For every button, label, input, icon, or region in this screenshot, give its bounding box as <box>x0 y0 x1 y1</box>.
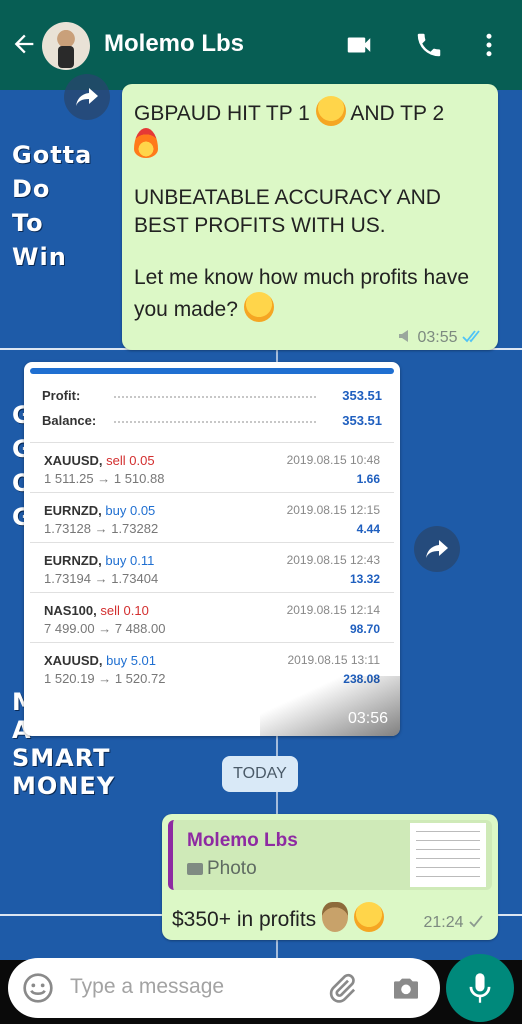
message-line: Let me know how much profits have you ma… <box>134 264 486 324</box>
message-text: GBPAUD HIT TP 1 <box>134 102 310 125</box>
message-time: 21:24 <box>423 914 464 931</box>
money-mouth-face-icon <box>353 902 384 932</box>
balance-label: Balance: <box>42 413 97 428</box>
forward-icon <box>76 88 98 106</box>
mic-button[interactable] <box>446 954 514 1022</box>
broadcast-icon <box>399 330 409 342</box>
camera-small-icon <box>187 863 203 875</box>
profit-value: 353.51 <box>342 388 382 403</box>
message-bubble-outgoing[interactable]: Molemo Lbs Photo $350+ in profits 21:24 <box>162 814 498 940</box>
message-meta: 03:55 <box>397 324 484 352</box>
trade-row: EURNZD, buy 0.11 1.73194 → 1.73404 2019.… <box>30 542 394 592</box>
double-check-icon <box>462 330 480 343</box>
single-check-icon <box>469 915 483 928</box>
contact-name[interactable]: Molemo Lbs <box>104 30 244 58</box>
fire-icon <box>134 128 158 158</box>
report-top-bar <box>30 368 394 374</box>
message-text: $350+ in profits <box>172 908 317 931</box>
trade-row: EURNZD, buy 0.05 1.73128 → 1.73282 2019.… <box>30 492 394 542</box>
smiling-face-icon <box>243 292 274 322</box>
forward-button[interactable] <box>64 74 110 120</box>
video-call-icon[interactable] <box>342 30 376 60</box>
message-line: GBPAUD HIT TP 1 AND TP 2 <box>134 96 486 160</box>
message-text: Let me know how much profits have you ma… <box>134 266 469 321</box>
message-input[interactable]: Type a message <box>70 975 224 999</box>
camera-icon[interactable] <box>390 972 422 1004</box>
message-line: $350+ in profits <box>172 902 384 932</box>
quoted-thumbnail <box>410 823 486 887</box>
phone-icon[interactable] <box>412 30 446 60</box>
emoji-icon[interactable] <box>22 972 54 1004</box>
quoted-message[interactable]: Molemo Lbs Photo <box>168 820 492 890</box>
avatar[interactable] <box>42 22 90 70</box>
money-bag-icon <box>322 902 349 932</box>
forward-icon <box>426 540 448 558</box>
forward-button[interactable] <box>414 526 460 572</box>
message-text: AND TP 2 <box>350 102 445 125</box>
image-message[interactable]: Profit: 353.51 Balance: 353.51 XAUUSD, s… <box>24 362 400 736</box>
message-time: 03:56 <box>347 710 388 727</box>
trade-row: XAUUSD, sell 0.05 1 511.25 → 1 510.88 20… <box>30 442 394 492</box>
profit-label: Profit: <box>42 388 81 403</box>
message-text: UNBEATABLE ACCURACY AND BEST PROFITS WIT… <box>134 186 441 237</box>
message-bubble-outgoing[interactable]: GBPAUD HIT TP 1 AND TP 2 UNBEATABLE ACCU… <box>122 84 498 350</box>
quoted-sender: Molemo Lbs <box>187 830 298 851</box>
balance-value: 353.51 <box>342 413 382 428</box>
message-meta: 21:24 <box>424 914 485 932</box>
profit-row: Profit: 353.51 <box>42 388 382 403</box>
mic-icon <box>469 973 491 1003</box>
wallpaper-text-top: Gotta Do To Win <box>12 141 93 271</box>
more-options-icon[interactable] <box>472 30 506 60</box>
date-divider: TODAY <box>222 756 298 792</box>
trade-row: NAS100, sell 0.10 7 499.00 → 7 488.00 20… <box>30 592 394 642</box>
back-arrow-icon[interactable] <box>10 30 38 58</box>
smiling-face-icon <box>315 96 346 126</box>
message-input-bar[interactable]: Type a message <box>8 958 440 1018</box>
attach-icon[interactable] <box>326 972 358 1004</box>
message-time: 03:55 <box>417 329 458 346</box>
balance-row: Balance: 353.51 <box>42 413 382 428</box>
quoted-type: Photo <box>187 858 257 880</box>
